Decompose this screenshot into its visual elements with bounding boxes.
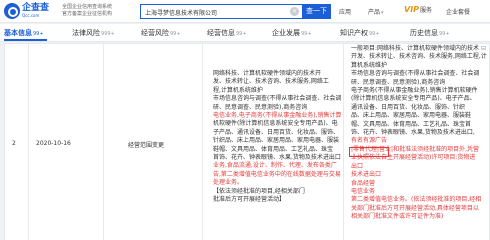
site-logo[interactable]: 企查查 Qcc.com [4, 3, 49, 19]
row-index: 2 [12, 140, 16, 147]
tab-basic-info[interactable]: 基本信息99+ [4, 28, 44, 38]
search-input[interactable]: 上海寻梦信息技术有限公司 × [140, 4, 302, 19]
tab-business-risk[interactable]: 经营风险99+ [141, 28, 181, 38]
change-date: 2020-10-16 [36, 140, 71, 147]
tab-business-info[interactable]: 经营信息99+ [207, 28, 247, 38]
logo-icon [4, 3, 20, 19]
tab-history[interactable]: 历史信息99+ [410, 28, 450, 38]
nav-vip[interactable]: VIP服务 [404, 5, 432, 14]
nav-app[interactable]: 应用 [339, 7, 351, 16]
search-value[interactable]: 上海寻梦信息技术有限公司 [145, 8, 217, 17]
logo-name: 企查查 [22, 3, 50, 13]
nav-enterprise[interactable]: 企业套餐 [446, 7, 470, 16]
content-after: 一般项目:网络科技、计算机软硬件领域内的技术 开发、技术转让、技术咨询、技术服务… [351, 45, 487, 221]
change-record-table: ⊟ 2 2020-10-16 经营范围变更 网络科技、计算机软硬件领域内的技术开… [4, 43, 490, 240]
nav-products[interactable]: 产品▾ [368, 7, 384, 16]
tab-development[interactable]: 企业发展99+ [272, 28, 312, 38]
tab-ip[interactable]: 知识产权99+ [340, 28, 380, 38]
content-before: 网络科技、计算机软硬件领域内的技术开 发、技术转让、技术咨询、技术服务,网络工 … [213, 70, 342, 204]
change-item: 经营范围变更 [128, 142, 165, 149]
search-button[interactable]: 查一下 [302, 4, 331, 19]
top-header: 企查查 Qcc.com 全国企业信用查询系统 官方备案企业征信机构 上海寻梦信息… [0, 0, 490, 23]
highlight-box [349, 147, 389, 157]
chevron-down-icon: ▾ [381, 10, 384, 16]
logo-sub: Qcc.com [22, 13, 40, 18]
active-tab-indicator [4, 39, 47, 41]
clear-icon[interactable]: × [290, 7, 299, 16]
site-slogan: 全国企业信用查询系统 官方备案企业征信机构 [62, 4, 113, 17]
tab-bar: 基本信息99+ 法律风险999+ 经营风险99+ 经营信息99+ 企业发展99+… [0, 24, 490, 42]
tab-legal-risk[interactable]: 法律风险999+ [72, 28, 115, 38]
